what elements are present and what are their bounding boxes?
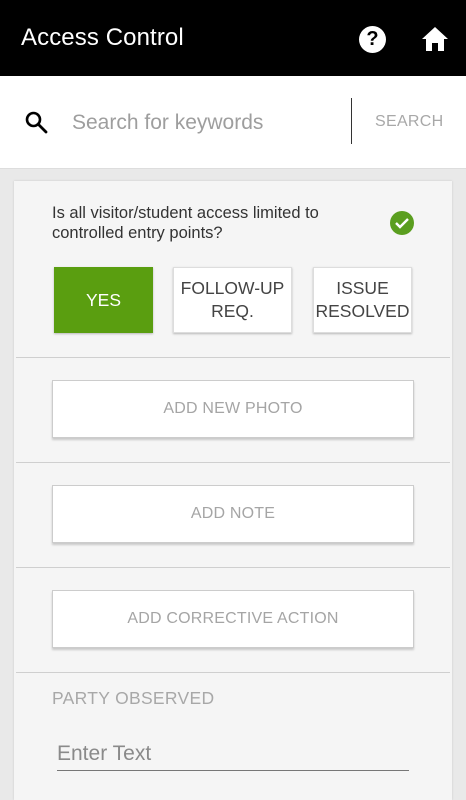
party-observed-label: PARTY OBSERVED <box>52 688 215 708</box>
question-card: Is all visitor/student access limited to… <box>14 181 452 800</box>
yes-button-label: YES <box>85 289 122 310</box>
search-divider <box>351 98 352 144</box>
issue-resolved-label: ISSUE RESOLVED <box>315 278 410 321</box>
party-observed-input[interactable] <box>57 737 409 771</box>
app-bar: Access Control ? <box>0 0 466 76</box>
follow-up-label: FOLLOW-UP REQ. <box>180 278 285 321</box>
add-new-photo-button[interactable]: ADD NEW PHOTO <box>52 380 414 438</box>
issue-resolved-button[interactable]: ISSUE RESOLVED <box>313 267 412 333</box>
add-note-button[interactable]: ADD NOTE <box>52 485 414 543</box>
check-circle-icon <box>390 211 414 235</box>
page-title: Access Control <box>21 24 184 51</box>
yes-button[interactable]: YES <box>54 267 153 333</box>
divider <box>16 567 450 568</box>
search-input[interactable] <box>72 106 342 140</box>
divider <box>16 672 450 673</box>
home-icon[interactable] <box>421 26 449 52</box>
help-icon[interactable]: ? <box>359 26 386 53</box>
search-bar: SEARCH <box>0 76 466 169</box>
follow-up-required-button[interactable]: FOLLOW-UP REQ. <box>173 267 292 333</box>
search-icon[interactable] <box>24 110 48 134</box>
question-text: Is all visitor/student access limited to… <box>52 204 319 242</box>
add-corrective-action-button[interactable]: ADD CORRECTIVE ACTION <box>52 590 414 648</box>
divider <box>16 462 450 463</box>
divider <box>16 357 450 358</box>
search-button[interactable]: SEARCH <box>375 113 443 131</box>
